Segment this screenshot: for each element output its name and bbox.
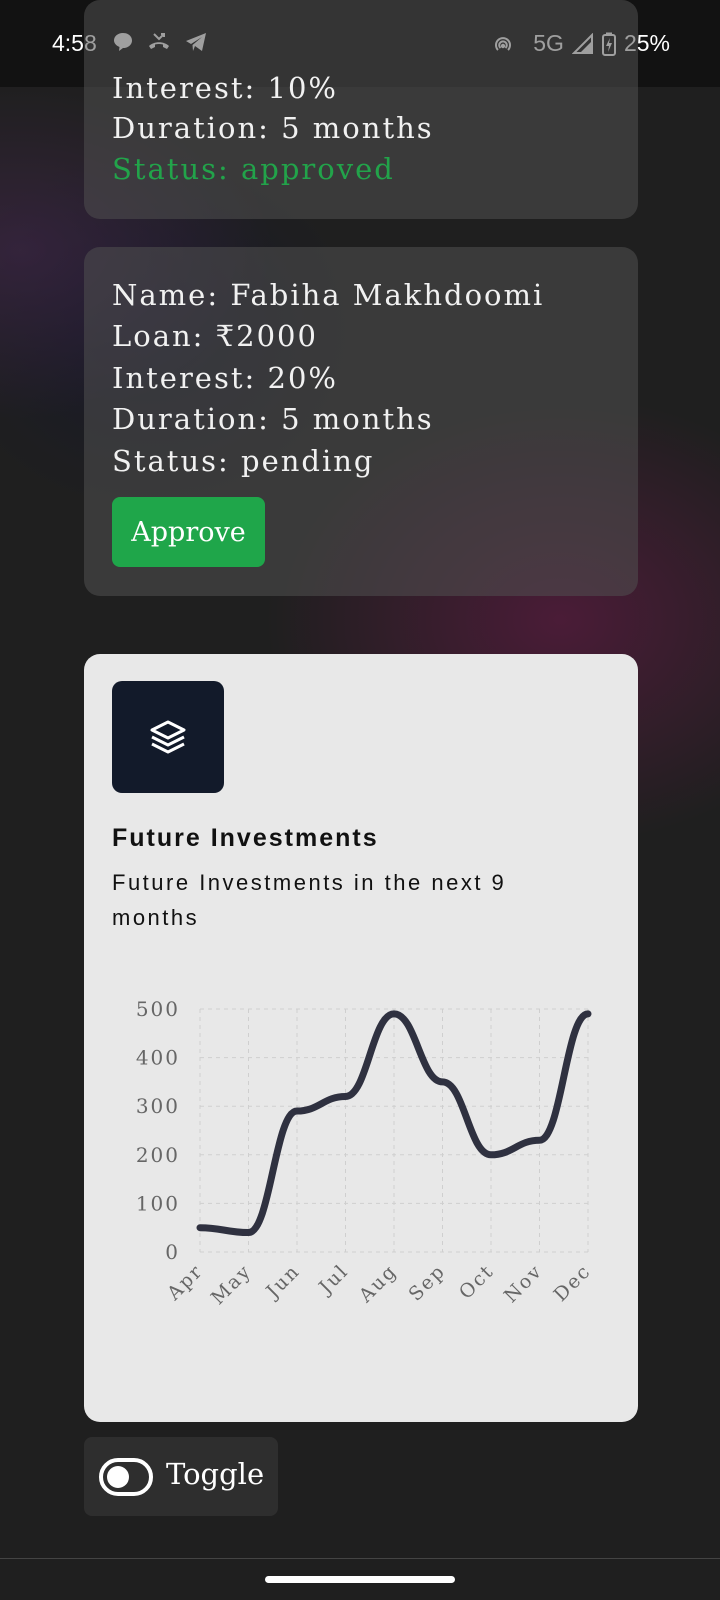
loan-name: Name: Fabiha Makhdoomi [112,278,545,312]
chart-xtick-label: May [207,1260,256,1309]
chart-ytick-label: 200 [136,1143,180,1167]
nav-divider [0,1558,720,1559]
chart-ytick-label: 100 [136,1191,180,1215]
investments-line-chart: 500 400 300 200 100 0 Apr May Jun Jul Aug Sep Oct No… [136,997,596,1309]
chart-ytick-label: 500 [136,997,180,1021]
loan-amount: Loan: ₹2000 [112,319,318,353]
chart-xtick-label: Jun [261,1260,305,1304]
investments-subtitle: Future Investments in the next 9 months [112,870,507,930]
investments-title: Future Investments [112,824,379,852]
chart-ytick-label: 400 [136,1046,180,1070]
investments-icon-tile [112,681,224,793]
loan-interest: Interest: 10% [112,71,338,105]
loan-card: Interest: 10% Duration: 5 months Status:… [84,0,638,219]
loan-status: Status: pending [112,444,375,478]
chart-ytick-label: 300 [136,1094,180,1118]
approve-button[interactable]: Approve [112,497,265,567]
toggle-button[interactable]: Toggle [84,1437,278,1516]
loan-status: Status: approved [112,152,395,186]
loan-interest: Interest: 20% [112,361,338,395]
toggle-icon [99,1458,153,1496]
chart-xtick-label: Apr [162,1260,207,1305]
future-investments-card: Future Investments Future Investments in… [84,654,638,1422]
gesture-navigation-bar[interactable] [265,1576,455,1583]
loan-duration: Duration: 5 months [112,402,434,436]
loan-duration: Duration: 5 months [112,111,434,145]
chart-xtick-label: Sep [404,1260,450,1306]
chart-xtick-label: Jul [313,1260,353,1300]
layers-icon [150,720,186,754]
toggle-label: Toggle [166,1457,265,1491]
chart-xtick-label: Nov [500,1260,547,1307]
chart-xtick-label: Aug [354,1260,401,1307]
chart-xtick-label: Dec [549,1260,595,1306]
loan-card: Name: Fabiha Makhdoomi Loan: ₹2000 Inter… [84,247,638,596]
chart-ytick-label: 0 [165,1240,180,1264]
chart-xtick-label: Oct [455,1260,499,1304]
